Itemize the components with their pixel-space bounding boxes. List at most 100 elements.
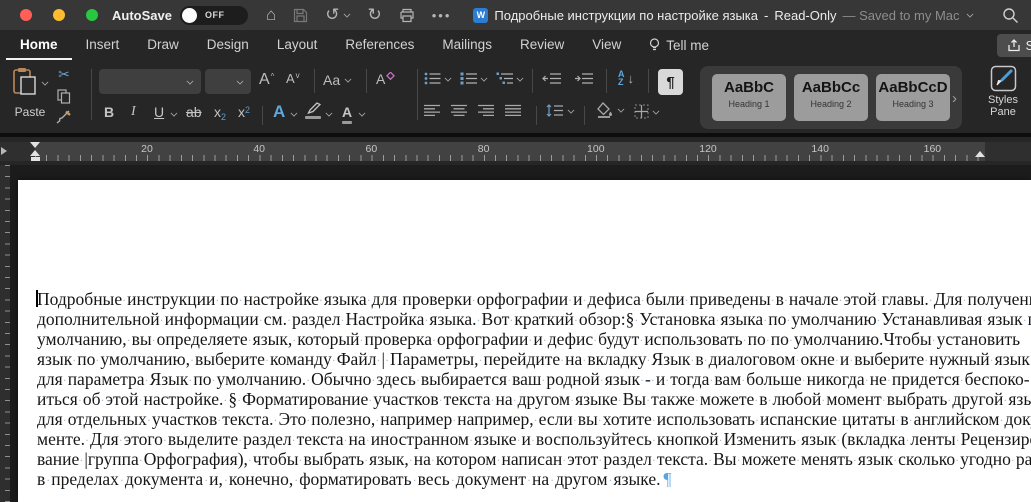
text-effects-chevron-icon[interactable] — [291, 111, 297, 117]
bullet-list-chevron-icon[interactable] — [445, 75, 451, 81]
right-indent-marker[interactable] — [975, 151, 985, 157]
borders-chevron-icon[interactable] — [653, 108, 659, 114]
autosave-toggle[interactable]: OFF — [180, 6, 248, 25]
multilevel-list-icon — [496, 72, 513, 85]
tab-layout[interactable]: Layout — [263, 30, 332, 60]
borders-icon — [634, 104, 649, 119]
search-icon[interactable] — [1002, 7, 1019, 24]
shading-button[interactable] — [596, 102, 625, 118]
underline-chevron-icon[interactable] — [171, 111, 177, 117]
styles-pane-button[interactable]: Styles Pane — [978, 65, 1028, 118]
left-indent-marker[interactable] — [31, 157, 40, 161]
tab-review[interactable]: Review — [506, 30, 578, 60]
paste-button[interactable]: Paste — [8, 67, 52, 119]
tab-insert[interactable]: Insert — [72, 30, 134, 60]
document-line[interactable]: менте.Дляэтоговыделитеразделтекстанаинос… — [37, 429, 1013, 449]
highlight-button[interactable] — [305, 102, 321, 115]
undo-button[interactable]: ↺ — [325, 5, 350, 25]
tab-references[interactable]: References — [331, 30, 428, 60]
tab-draw[interactable]: Draw — [133, 30, 193, 60]
autosave-state: OFF — [205, 10, 225, 20]
strikethrough-button[interactable]: ab — [186, 104, 202, 120]
shading-chevron-icon[interactable] — [618, 107, 624, 113]
increase-indent-button[interactable] — [574, 72, 594, 85]
numbered-list-chevron-icon[interactable] — [481, 75, 487, 81]
document-line[interactable]: языкпоумолчанию,выберитекомандуФайл|Пара… — [37, 349, 1013, 369]
bold-button[interactable]: B — [104, 104, 114, 120]
document-line[interactable]: впределахдокументаи,конечно,форматироват… — [37, 469, 1013, 489]
tab-design[interactable]: Design — [193, 30, 263, 60]
group-divider — [536, 106, 537, 125]
save-icon[interactable] — [293, 8, 308, 23]
multilevel-list-chevron-icon[interactable] — [517, 75, 523, 81]
document-line[interactable]: итьсяобэтойнастройке.§Форматированиеучас… — [37, 389, 1013, 409]
justify-button[interactable] — [505, 104, 522, 117]
style-card-heading-3[interactable]: AaBbCcDHeading 3 — [876, 74, 950, 121]
print-icon[interactable] — [399, 8, 415, 23]
document-line[interactable]: дляотдельныхучастковтекста.Этополезно,на… — [37, 409, 1013, 429]
copy-icon[interactable] — [57, 89, 71, 104]
italic-button[interactable]: I — [131, 104, 136, 120]
align-left-button[interactable] — [424, 104, 441, 117]
paragraph-mark: ¶ — [663, 469, 671, 489]
document-line[interactable]: вание|группаОрфография),чтобывыбратьязык… — [37, 449, 1013, 469]
show-formatting-marks-toggle[interactable]: ¶ — [658, 69, 683, 95]
hanging-indent-marker[interactable] — [30, 150, 40, 156]
minimize-window-button[interactable] — [53, 9, 65, 21]
more-commands-icon[interactable]: ••• — [432, 8, 452, 23]
undo-chevron-icon[interactable] — [343, 12, 349, 18]
shrink-font-button[interactable]: Av — [286, 71, 300, 86]
grow-font-button[interactable]: A^ — [259, 71, 274, 89]
cut-icon[interactable]: ✂ — [58, 66, 70, 83]
document-line[interactable]: дляпараметраЯзыкпоумолчанию.Обычноздесьв… — [37, 369, 1013, 389]
document-line[interactable]: дополнительнойинформациисм.разделНастрой… — [37, 309, 1013, 329]
redo-button[interactable]: ↻ — [368, 5, 382, 25]
line-spacing-button[interactable] — [546, 104, 575, 117]
home-icon[interactable]: ⌂ — [266, 5, 276, 25]
document-line[interactable]: Подробныеинструкциипонастройкеязыкадляпр… — [37, 289, 1013, 309]
bullet-list-button[interactable] — [424, 72, 452, 85]
format-painter-icon[interactable] — [56, 110, 72, 124]
document-text[interactable]: Подробныеинструкциипонастройкеязыкадляпр… — [37, 289, 1013, 489]
share-button[interactable]: Share — [997, 34, 1031, 57]
align-center-button[interactable] — [451, 104, 468, 117]
tab-mailings[interactable]: Mailings — [428, 30, 506, 60]
borders-button[interactable] — [634, 104, 660, 119]
numbered-list-button[interactable] — [460, 72, 488, 85]
text-effects-button[interactable]: A — [273, 102, 285, 122]
align-right-button[interactable] — [478, 104, 495, 117]
tab-tell-me[interactable]: Tell me — [635, 30, 723, 60]
underline-button[interactable]: U — [154, 104, 164, 120]
document-line[interactable]: умолчанию,выопределяетеязык,которыйпрове… — [37, 329, 1013, 349]
document-page[interactable]: Подробныеинструкциипонастройкеязыкадляпр… — [18, 180, 1031, 502]
tab-view[interactable]: View — [578, 30, 635, 60]
font-color-button[interactable]: A — [342, 104, 352, 120]
font-size-select[interactable] — [205, 69, 251, 94]
zoom-window-button[interactable] — [86, 9, 98, 21]
style-card-heading-1[interactable]: AaBbCHeading 1 — [712, 74, 786, 121]
highlight-chevron-icon[interactable] — [326, 111, 332, 117]
clear-formatting-button[interactable]: A — [376, 71, 395, 87]
font-size-chevron-icon — [237, 78, 243, 84]
word-app-window: AutoSave OFF ⌂ ↺ ↻ ••• W Подробные инстр… — [0, 0, 1031, 502]
superscript-button[interactable]: x2 — [238, 104, 250, 120]
close-window-button[interactable] — [20, 9, 32, 21]
autosave-label: AutoSave — [112, 8, 172, 23]
style-card-heading-2[interactable]: AaBbCcHeading 2 — [794, 74, 868, 121]
first-line-indent-marker[interactable] — [30, 142, 40, 148]
title-chevron-icon[interactable] — [966, 12, 972, 18]
tab-home[interactable]: Home — [6, 30, 72, 60]
group-divider — [606, 69, 607, 93]
sort-button[interactable]: AZ ↓ — [618, 70, 634, 86]
subscript-button[interactable]: x2 — [214, 104, 226, 120]
styles-more-chevron-icon[interactable]: › — [952, 90, 957, 107]
line-spacing-chevron-icon[interactable] — [568, 107, 574, 113]
decrease-indent-button[interactable] — [542, 72, 562, 85]
tab-selector-icon[interactable] — [1, 147, 7, 155]
multilevel-list-button[interactable] — [496, 72, 524, 85]
paste-chevron-icon[interactable] — [41, 80, 47, 86]
change-case-button[interactable]: Aa — [323, 72, 352, 88]
font-name-select[interactable] — [99, 69, 201, 94]
font-color-chevron-icon[interactable] — [359, 111, 365, 117]
vertical-ruler — [0, 165, 10, 502]
